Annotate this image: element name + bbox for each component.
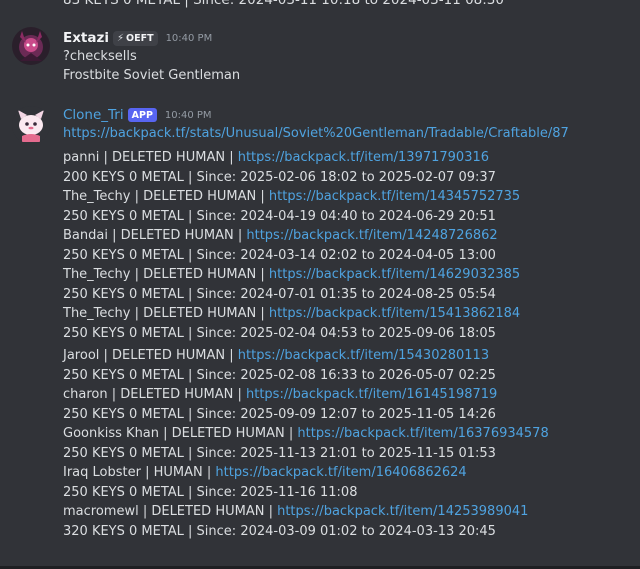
listing-price-line: 320 KEYS 0 METAL | Since: 2024-03-09 01:… xyxy=(63,524,496,539)
listing-price-line: 250 KEYS 0 METAL | Since: 2025-11-13 21:… xyxy=(63,446,496,461)
message-text: Frostbite Soviet Gentleman xyxy=(63,68,241,83)
server-tag-label: OEFT xyxy=(126,32,154,44)
listing-owner-line: Goonkiss Khan | DELETED HUMAN | https://… xyxy=(63,424,549,444)
item-link[interactable]: https://backpack.tf/item/15413862184 xyxy=(269,306,520,321)
listing-owner: macromewl | DELETED HUMAN | xyxy=(63,504,278,519)
listing-owner: charon | DELETED HUMAN | xyxy=(63,387,246,402)
listing-price-line: 250 KEYS 0 METAL | Since: 2025-11-16 11:… xyxy=(63,485,358,500)
item-link[interactable]: https://backpack.tf/item/16406862624 xyxy=(215,465,466,480)
user-avatar-icon xyxy=(12,27,50,65)
chat-messages: 83 KEYS 0 METAL | Since: 2024-03-11 10:1… xyxy=(0,0,640,569)
listing-price-line: 250 KEYS 0 METAL | Since: 2024-04-19 04:… xyxy=(63,209,496,224)
item-link[interactable]: https://backpack.tf/item/16145198719 xyxy=(246,387,497,402)
timestamp: 10:40 PM xyxy=(165,32,213,44)
item-link[interactable]: https://backpack.tf/item/16376934578 xyxy=(297,426,548,441)
listing-price-line: 250 KEYS 0 METAL | Since: 2024-07-01 01:… xyxy=(63,287,496,302)
listing-price-line: 250 KEYS 0 METAL | Since: 2025-02-08 16:… xyxy=(63,368,496,383)
app-badge: APP xyxy=(127,108,157,122)
item-link[interactable]: https://backpack.tf/item/15430280113 xyxy=(238,348,489,363)
listing-owner-line: macromewl | DELETED HUMAN | https://back… xyxy=(63,502,528,522)
listing-owner: Bandai | DELETED HUMAN | xyxy=(63,228,247,243)
listing-owner-line: The_Techy | DELETED HUMAN | https://back… xyxy=(63,187,520,207)
item-link[interactable]: https://backpack.tf/item/14345752735 xyxy=(269,189,520,204)
listing-price-line: 200 KEYS 0 METAL | Since: 2025-02-06 18:… xyxy=(63,170,496,185)
bot-avatar-icon xyxy=(12,106,50,144)
previous-message-line: 83 KEYS 0 METAL | Since: 2024-03-11 10:1… xyxy=(63,0,504,8)
listing-owner-line: Iraq Lobster | HUMAN | https://backpack.… xyxy=(63,463,467,483)
listing-owner-line: Bandai | DELETED HUMAN | https://backpac… xyxy=(63,226,498,246)
bolt-icon: ⚡ xyxy=(116,32,125,44)
listing-owner: Iraq Lobster | HUMAN | xyxy=(63,465,216,480)
listing-price-line: 250 KEYS 0 METAL | Since: 2025-09-09 12:… xyxy=(63,407,496,422)
username[interactable]: Extazi xyxy=(63,30,109,46)
listing-owner: The_Techy | DELETED HUMAN | xyxy=(63,267,269,282)
listing-owner-line: charon | DELETED HUMAN | https://backpac… xyxy=(63,385,497,405)
listing-owner-line: The_Techy | DELETED HUMAN | https://back… xyxy=(63,265,520,285)
listing-owner: Jarool | DELETED HUMAN | xyxy=(63,348,238,363)
listing-owner: panni | DELETED HUMAN | xyxy=(63,150,238,165)
item-link[interactable]: https://backpack.tf/item/14253989041 xyxy=(277,504,528,519)
server-tag[interactable]: ⚡ OEFT xyxy=(112,30,158,46)
item-link[interactable]: https://backpack.tf/item/13971790316 xyxy=(238,150,489,165)
listing-owner: The_Techy | DELETED HUMAN | xyxy=(63,189,269,204)
listing-owner: Goonkiss Khan | DELETED HUMAN | xyxy=(63,426,298,441)
item-link[interactable]: https://backpack.tf/item/14248726862 xyxy=(246,228,497,243)
timestamp: 10:40 PM xyxy=(164,109,212,121)
listing-price-line: 250 KEYS 0 METAL | Since: 2024-03-14 02:… xyxy=(63,248,496,263)
avatar[interactable] xyxy=(12,27,50,65)
stats-link[interactable]: https://backpack.tf/stats/Unusual/Soviet… xyxy=(63,126,569,141)
listing-owner-line: The_Techy | DELETED HUMAN | https://back… xyxy=(63,304,520,324)
listing-price-line: 250 KEYS 0 METAL | Since: 2025-02-04 04:… xyxy=(63,326,496,341)
username[interactable]: Clone_Tri xyxy=(63,107,124,123)
listing-owner-line: panni | DELETED HUMAN | https://backpack… xyxy=(63,148,489,168)
listing-owner-line: Jarool | DELETED HUMAN | https://backpac… xyxy=(63,346,489,366)
avatar[interactable] xyxy=(12,106,50,144)
item-link[interactable]: https://backpack.tf/item/14629032385 xyxy=(269,267,520,282)
message-text: ?checksells xyxy=(63,49,137,64)
listing-owner: The_Techy | DELETED HUMAN | xyxy=(63,306,269,321)
